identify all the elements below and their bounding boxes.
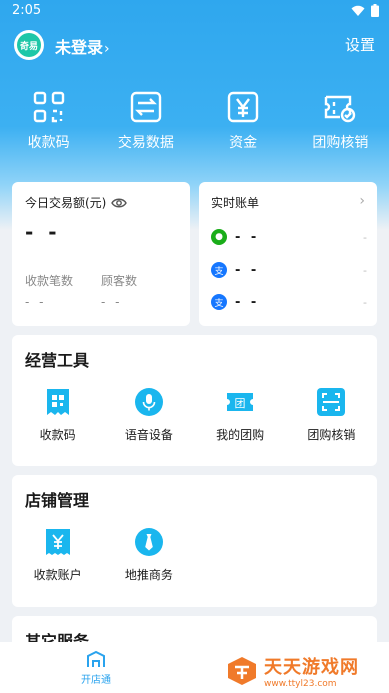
tab-shop[interactable]: 开店通 [66, 650, 126, 686]
quick-action-group-verify[interactable]: 团购核销 [292, 90, 389, 152]
quick-action-funds[interactable]: 资金 [195, 90, 292, 152]
wifi-icon [351, 5, 365, 16]
quick-action-label: 团购核销 [312, 135, 369, 151]
store-payment-account[interactable]: 收款账户 [12, 527, 103, 583]
customer-count-value: - - [101, 295, 123, 309]
alipay-icon: 支 [211, 262, 227, 278]
eye-icon[interactable] [111, 197, 128, 209]
quick-action-label: 收款码 [27, 135, 70, 151]
watermark-text: 天天游戏网 www.ttyl23.com [264, 653, 359, 689]
bill-title: 实时账单 [211, 196, 260, 210]
status-time: 2:05 [12, 3, 42, 18]
watermark: 天天游戏网 www.ttyl23.com [226, 653, 359, 689]
yuan-account-icon [45, 529, 70, 555]
qr-code-icon [33, 91, 64, 123]
login-label: 未登录 [55, 38, 104, 57]
top-bar: 奇易 未登录› 设置 [0, 28, 389, 62]
customer-count-label: 顾客数 [101, 274, 138, 288]
microphone-icon [134, 388, 163, 416]
bill-row[interactable]: 支 - - - [211, 260, 367, 280]
trade-amount: - - [25, 220, 61, 244]
bill-time: - [363, 295, 367, 309]
bill-time: - [363, 263, 367, 277]
chevron-right-icon: › [104, 41, 110, 57]
realtime-bill-card[interactable]: 实时账单 › ● - - - 支 - - - 支 - - - [199, 182, 377, 326]
bill-amount: - - [235, 294, 260, 310]
ticket-check-icon [325, 95, 356, 123]
section-title: 经营工具 [25, 351, 90, 370]
quick-action-trade-data[interactable]: 交易数据 [97, 90, 194, 152]
tool-my-group-buy[interactable]: 团 我的团购 [195, 387, 286, 443]
store-grid: 收款账户 地推商务 [12, 527, 377, 583]
tool-label: 我的团购 [216, 428, 265, 442]
bill-amount: - - [235, 229, 260, 245]
bill-row[interactable]: ● - - - [211, 227, 367, 247]
payment-count-label: 收款笔数 [25, 274, 74, 288]
trade-title: 今日交易额(元) [25, 194, 128, 211]
tool-group-verify[interactable]: 团购核销 [286, 387, 377, 443]
watermark-logo-icon [228, 657, 256, 685]
avatar[interactable]: 奇易 [14, 30, 44, 60]
trade-title-label: 今日交易额(元) [25, 196, 107, 210]
bill-amount: - - [235, 262, 260, 278]
quick-action-qr-code[interactable]: 收款码 [0, 90, 97, 152]
quick-action-label: 交易数据 [117, 135, 174, 151]
business-tools-card: 经营工具 收款码 语音设备 团 我的团购 团购核销 [12, 335, 377, 466]
payment-count-value: - - [25, 295, 47, 309]
battery-icon [371, 4, 379, 17]
store-management-card: 店铺管理 收款账户 地推商务 [12, 475, 377, 607]
chevron-right-icon[interactable]: › [359, 193, 365, 209]
wechat-pay-icon: ● [211, 229, 227, 245]
quick-actions: 收款码 交易数据 资金 团购核销 [0, 90, 389, 152]
bill-time: - [363, 230, 367, 244]
group-buy-icon: 团 [227, 393, 254, 411]
section-title: 店铺管理 [25, 491, 90, 510]
settings-button[interactable]: 设置 [345, 34, 375, 55]
store-ground-promotion[interactable]: 地推商务 [103, 527, 194, 583]
scan-icon [317, 388, 346, 416]
tools-grid: 收款码 语音设备 团 我的团购 团购核销 [12, 387, 377, 443]
tool-qr-code[interactable]: 收款码 [12, 387, 103, 443]
store-label: 收款账户 [33, 568, 82, 582]
login-link[interactable]: 未登录› [55, 34, 110, 58]
tool-voice-device[interactable]: 语音设备 [103, 387, 194, 443]
status-icons [351, 4, 379, 17]
quick-action-label: 资金 [229, 135, 258, 151]
store-label: 地推商务 [124, 568, 173, 582]
tab-label: 开店通 [81, 675, 111, 686]
status-bar: 2:05 [0, 0, 389, 22]
tool-label: 团购核销 [307, 428, 356, 442]
shop-icon [87, 650, 105, 667]
tool-label: 收款码 [39, 428, 76, 442]
yuan-icon [227, 91, 259, 123]
bill-row[interactable]: 支 - - - [211, 292, 367, 312]
today-trade-card[interactable]: 今日交易额(元) - - 收款笔数 顾客数 - - - - [12, 182, 190, 326]
alipay-icon: 支 [211, 294, 227, 310]
watermark-url: www.ttyl23.com [264, 679, 337, 689]
tool-label: 语音设备 [124, 428, 173, 442]
tie-icon [134, 528, 163, 556]
transfer-icon [130, 91, 162, 123]
watermark-title: 天天游戏网 [264, 657, 359, 678]
app-logo-icon: 奇易 [17, 33, 41, 57]
qr-code-icon [46, 389, 69, 415]
svg-text:团: 团 [235, 397, 246, 410]
